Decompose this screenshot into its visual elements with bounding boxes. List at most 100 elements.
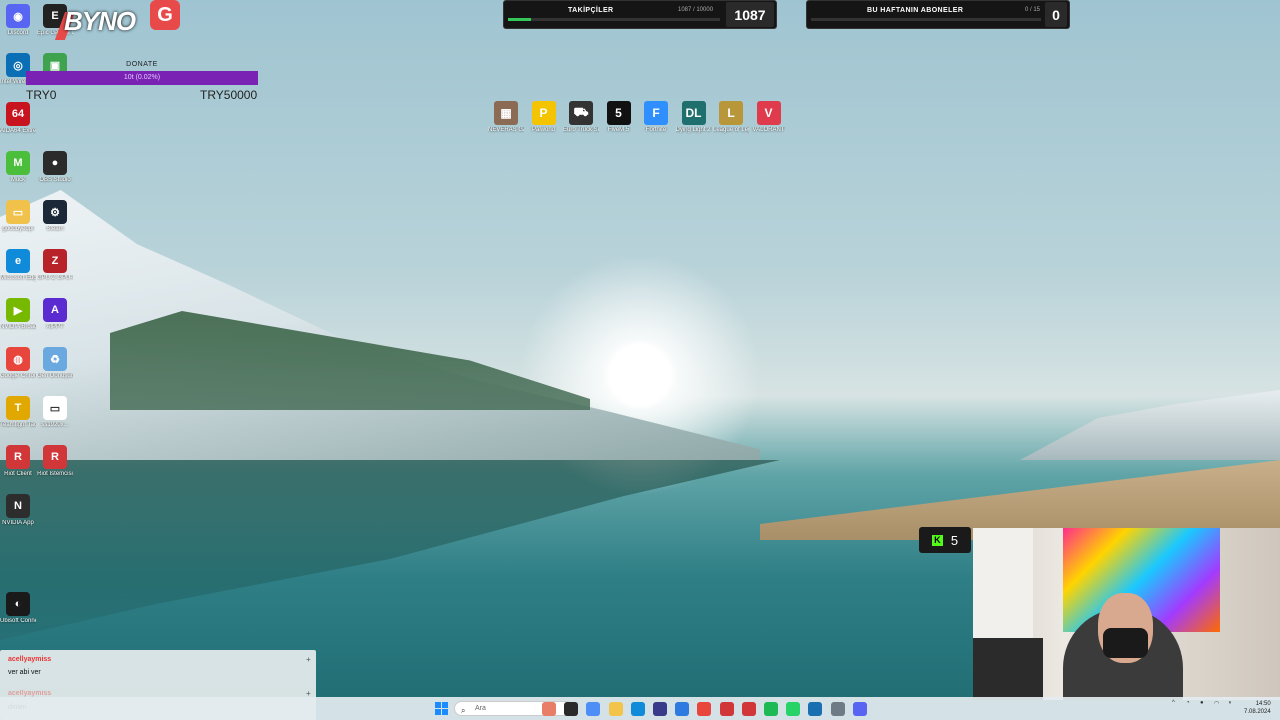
- desktop-icon-obs[interactable]: ● OBS Studio: [37, 151, 73, 184]
- taskbar-search-box[interactable]: ⌕ Ara: [454, 701, 574, 716]
- desktop-icon-ets2[interactable]: ⛟ Euro Truck Simulator 2: [563, 101, 599, 134]
- desktop-icon-gpuz[interactable]: Z GPU-Z GPU-Z.exe: [37, 249, 73, 282]
- taskbar-riot-client-icon[interactable]: [741, 702, 756, 716]
- start-button[interactable]: [435, 702, 448, 715]
- desktop-icon-folder[interactable]: ▭ goodbyedpi: [0, 200, 36, 233]
- desktop-icon-label: AIDA64 Extreme: [0, 128, 36, 134]
- stream-logo-badge: G: [150, 0, 180, 30]
- aippt-icon: A: [43, 298, 67, 322]
- taskbar-clock[interactable]: 14:50 7.08.2024: [1244, 700, 1271, 716]
- desktop-icon-valorant[interactable]: V VALORANT: [751, 101, 787, 134]
- riot-client-icon: R: [6, 445, 30, 469]
- desktop-icon-steam[interactable]: ⚙ Steam: [37, 200, 73, 233]
- taskbar-search-placeholder: Ara: [475, 705, 486, 712]
- desktop-icon-chrome[interactable]: ◍ Google Chrome: [0, 347, 36, 380]
- ets2-icon: ⛟: [569, 101, 593, 125]
- tray-network-icon[interactable]: ◔: [1186, 700, 1190, 706]
- taskbar-riot-icon[interactable]: [719, 702, 734, 716]
- taskbar-taskview-icon[interactable]: [542, 702, 556, 716]
- desktop-icon-fivem[interactable]: 5 FiveM 5: [601, 101, 637, 134]
- desktop-icon-league[interactable]: L League of Legends: [713, 101, 749, 134]
- taskbar-photos-icon[interactable]: [808, 702, 823, 716]
- taskbar-terminal-icon[interactable]: [564, 702, 579, 716]
- desktop-icon-label: Teamfight Tactics: [0, 422, 36, 428]
- desktop-icon-tft[interactable]: T Teamfight Tactics: [0, 396, 36, 429]
- desktop-icon-label: League of Legends: [713, 127, 749, 133]
- followers-goal-widget: TAKİPÇİLER 1087 / 10000 1087: [503, 0, 777, 29]
- desktop-icon-riot-client[interactable]: R Riot Client: [0, 445, 36, 478]
- taskbar-whatsapp-icon[interactable]: [786, 702, 801, 716]
- muck-icon: M: [6, 151, 30, 175]
- desktop-icon-label: NVIDIA Broadcast: [0, 324, 36, 330]
- dying-light-icon: DL: [681, 101, 706, 125]
- desktop-icon-neveras[interactable]: ▦ NEVERAS GAMBLE...: [488, 101, 524, 134]
- webcam-desk: [973, 638, 1043, 700]
- desktop-icon-muck[interactable]: M Muck: [0, 151, 36, 184]
- desktop-icon-fortnite[interactable]: F Fortnite: [638, 101, 674, 134]
- taskbar-copilot-icon[interactable]: [586, 702, 601, 716]
- taskbar-settings-icon[interactable]: [830, 702, 845, 716]
- subs-title: BU HAFTANIN ABONELER: [867, 7, 964, 14]
- taskbar-spotify-icon[interactable]: [764, 702, 778, 716]
- webcam-feed: [973, 528, 1280, 700]
- desktop-icon-label: Fortnite: [645, 127, 667, 133]
- desktop-icon-recycle-bin[interactable]: ♻ Geri Dönüşüm: [37, 347, 73, 380]
- kick-viewer-badge: K 5: [919, 527, 971, 553]
- tft-icon: T: [6, 396, 30, 420]
- desktop-icon-label: NEVERAS GAMBLE...: [488, 127, 524, 133]
- nvidia-app-icon: N: [6, 494, 30, 518]
- discord-icon: ◉: [6, 4, 30, 28]
- neveras-icon: ▦: [494, 101, 518, 125]
- wallpaper-water: [0, 460, 780, 640]
- chat-message-1-user: acellyaymiss: [8, 656, 52, 663]
- kick-viewer-count: 5: [950, 532, 959, 548]
- desktop-icon-label: Steam: [46, 226, 64, 232]
- taskbar-chrome-icon[interactable]: [697, 702, 712, 716]
- tray-wifi-icon[interactable]: ◠: [1214, 700, 1219, 707]
- desktop-icon-label: Euro Truck Simulator 2: [563, 127, 599, 133]
- desktop-icon-discord[interactable]: ◉ Discord: [0, 4, 36, 37]
- image-file-icon: ▭: [43, 396, 67, 420]
- recycle-bin-icon: ♻: [43, 347, 67, 371]
- tray-volume-icon[interactable]: ◖: [1228, 700, 1232, 706]
- followers-progress-track: [508, 18, 720, 21]
- desktop-icon-aippt[interactable]: A AIPPT: [37, 298, 73, 331]
- donate-max-label: TRY50000: [200, 88, 258, 102]
- palworld-icon: P: [531, 101, 556, 125]
- desktop-icon-palworld[interactable]: P Palworld: [526, 101, 562, 134]
- desktop-icon-nvidia-broadcast[interactable]: ▶ NVIDIA Broadcast: [0, 298, 36, 331]
- taskbar-edge-icon[interactable]: [630, 702, 645, 716]
- followers-value: 1087: [726, 2, 774, 27]
- league-icon: L: [719, 101, 743, 125]
- desktop-icon-label: GPU-Z GPU-Z.exe: [37, 275, 73, 281]
- chrome-icon: ◍: [6, 347, 30, 371]
- desktop-icon-label: FiveM 5: [607, 127, 630, 133]
- desktop-icon-ubisoft[interactable]: ◐ Ubisoft Connect: [0, 592, 36, 625]
- desktop-icon-image-file[interactable]: ▭ ss1920x...: [37, 396, 73, 429]
- desktop-icon-label: Riot Client: [4, 471, 32, 477]
- desktop-icon-label: AIPPT: [46, 324, 64, 330]
- tray-mic-icon[interactable]: ●: [1200, 700, 1204, 706]
- stream-logo: BYNO: [64, 6, 136, 36]
- wallpaper-mountain-right: [1020, 390, 1280, 460]
- donate-title: DONATE: [126, 61, 158, 68]
- desktop-icon-dying-light[interactable]: DL Dying Light 2 Reloaded E...: [676, 101, 712, 134]
- taskbar-file-explorer-icon[interactable]: [608, 702, 623, 716]
- taskbar-store-icon[interactable]: [653, 702, 667, 716]
- taskbar-discord-icon[interactable]: [852, 702, 867, 716]
- tray-overflow-icon[interactable]: ^: [1172, 700, 1175, 706]
- desktop-icon-label: Geri Dönüşüm: [37, 373, 73, 379]
- subs-value: 0: [1045, 2, 1067, 27]
- desktop-icon-label: Ubisoft Connect: [0, 618, 36, 624]
- followers-progress-fill: [508, 18, 532, 21]
- desktop-icon-nvidia-app[interactable]: N NVIDIA App: [0, 494, 36, 527]
- desktop-icon-edge[interactable]: e Microsoft Edge: [0, 249, 36, 282]
- clock-date: 7.08.2024: [1244, 709, 1271, 715]
- folder-icon: ▭: [6, 200, 30, 224]
- desktop-icon-aida64[interactable]: 64 AIDA64 Extreme: [0, 102, 36, 135]
- desktop-icon-label: ss1920x...: [41, 422, 69, 428]
- chat-message-1-text: ver abi ver: [8, 669, 41, 676]
- taskbar-mail-icon[interactable]: [675, 702, 690, 716]
- desktop-icon-riot-istemcisi[interactable]: R Riot İstemcisi: [37, 445, 73, 478]
- donate-min-label: TRY0: [26, 88, 57, 102]
